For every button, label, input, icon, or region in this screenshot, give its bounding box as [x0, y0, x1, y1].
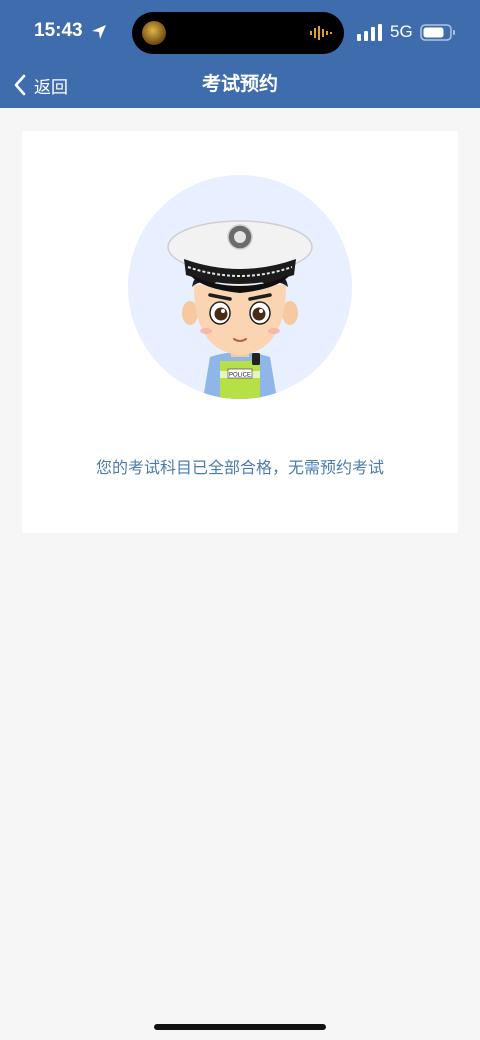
home-indicator[interactable]	[154, 1024, 326, 1030]
status-time: 15:43	[34, 20, 83, 41]
police-badge-text: POLICE	[229, 373, 251, 379]
battery-icon	[420, 24, 455, 41]
page-title: 考试预约	[201, 73, 278, 95]
network-type: 5G	[390, 22, 413, 41]
audio-wave-icon	[310, 26, 332, 40]
header-bar: 15:43 5G 返回 考试预约	[0, 0, 480, 108]
signal-icon	[357, 24, 382, 41]
now-playing-artwork	[142, 21, 166, 45]
location-arrow-icon	[92, 25, 106, 39]
status-message: 您的考试科目已全部合格，无需预约考试	[95, 458, 384, 477]
police-officer-avatar: POLICE	[128, 175, 352, 399]
police-avatar-illustration: POLICE	[128, 175, 352, 399]
dynamic-island	[132, 12, 344, 54]
result-card: POLICE 您的考试科目已全部合格，无需预约考试	[22, 131, 458, 533]
